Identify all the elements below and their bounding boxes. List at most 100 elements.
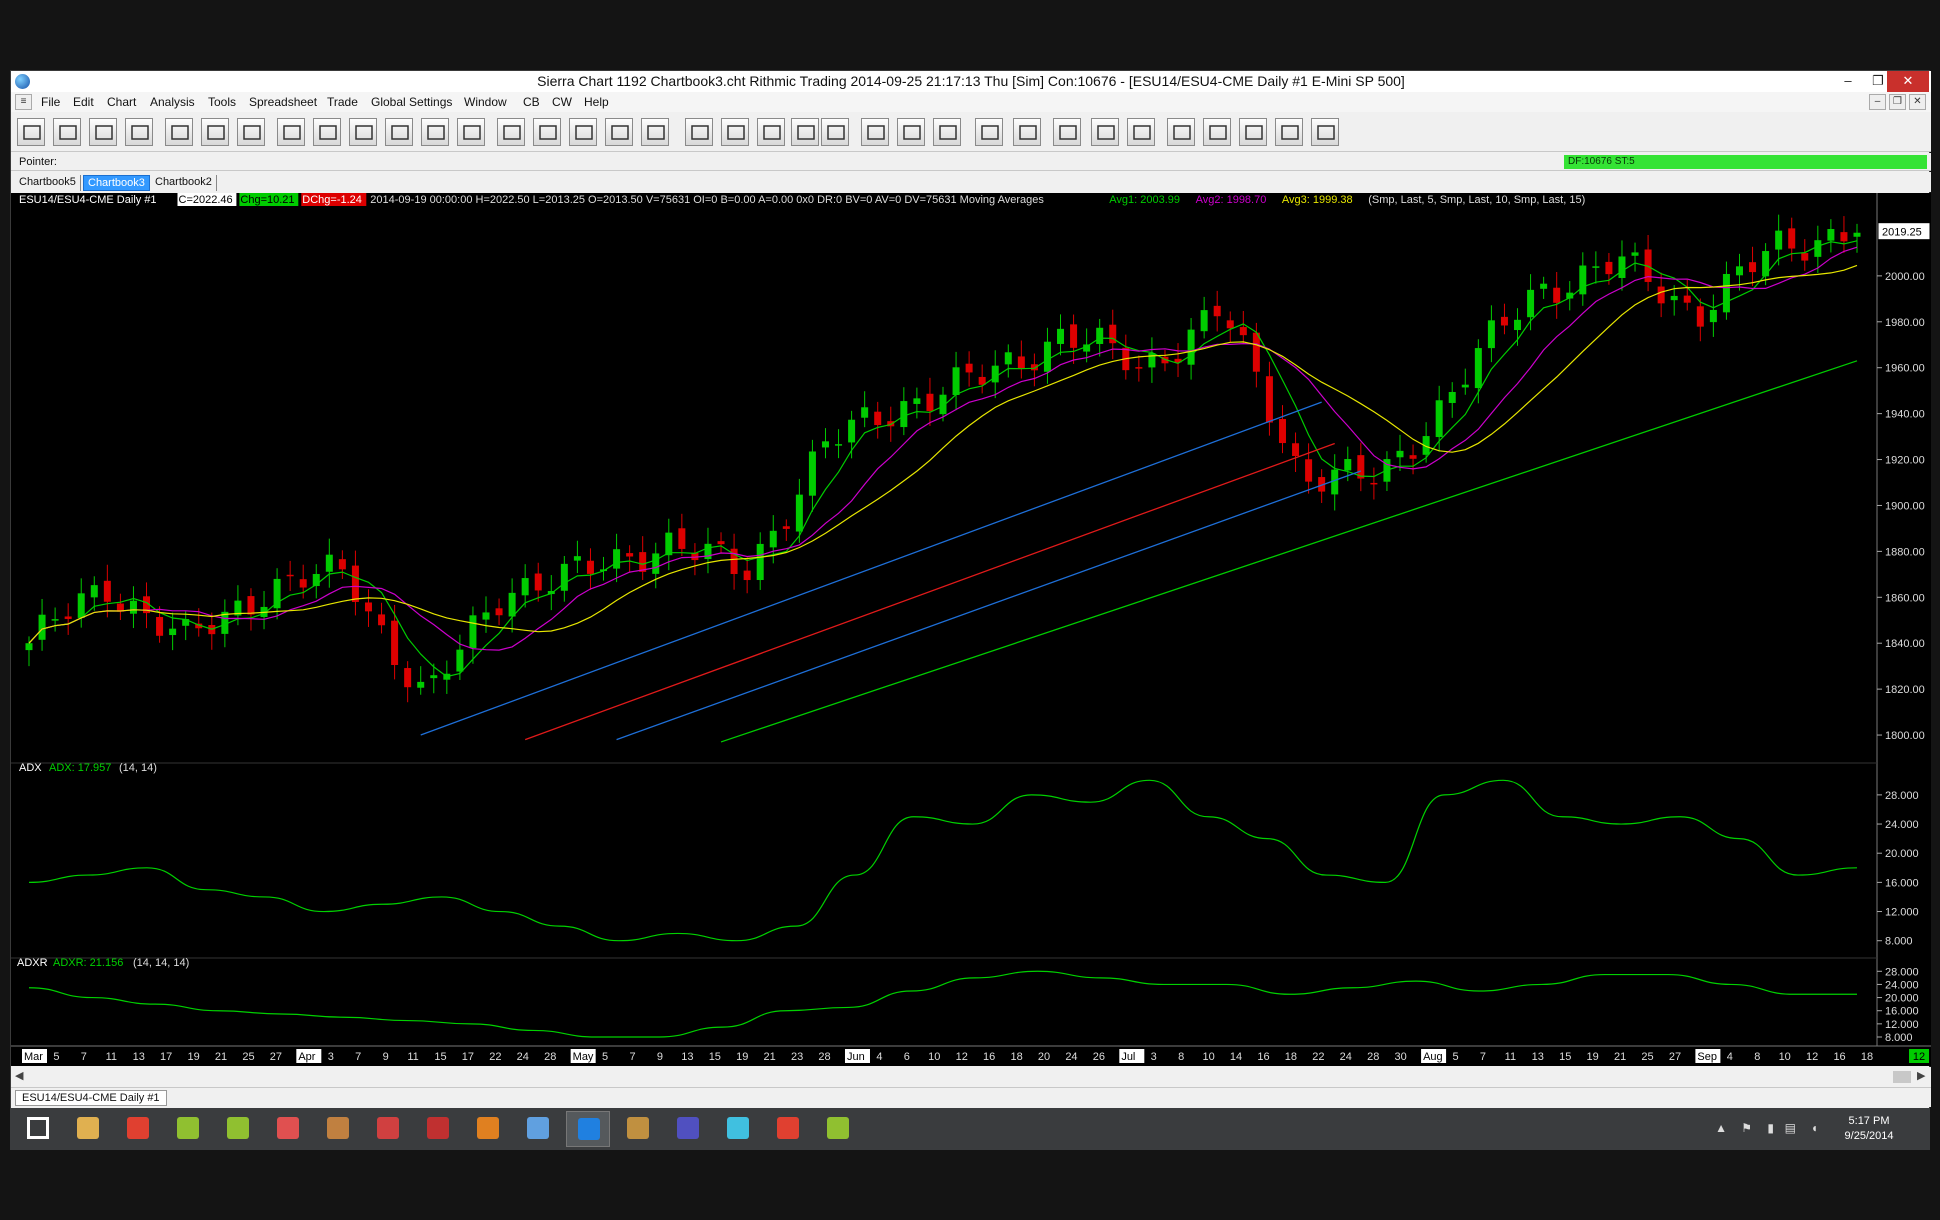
t30m-icon[interactable] [1203,118,1231,146]
tab-chartbook3[interactable]: Chartbook3 [83,175,150,191]
chart-tab-esu14[interactable]: ESU14/ESU4-CME Daily #1 [15,1090,167,1106]
tab-chartbook5[interactable]: Chartbook5 [15,175,81,191]
app-icon[interactable] [766,1111,810,1147]
close-button[interactable]: ✕ [1887,71,1929,92]
trend-line-upper-blue[interactable] [420,401,1322,736]
zoom-icon[interactable] [17,118,45,146]
minimize-button[interactable]: – [1831,71,1865,92]
mdi-system-icon[interactable]: ≡ [15,94,32,110]
scroll-right-icon[interactable]: ▶ [1917,1069,1925,1082]
bars-icon[interactable] [165,118,193,146]
t10m-icon[interactable] [1167,118,1195,146]
menu-window[interactable]: Window [464,95,507,109]
horizontal-scrollbar[interactable]: ◀ ▶ [11,1067,1931,1087]
t5m-icon[interactable] [1127,118,1155,146]
file-explorer-icon[interactable] [66,1111,110,1147]
ray-icon[interactable] [641,118,669,146]
study2-icon[interactable] [313,118,341,146]
crosshair-icon[interactable] [533,118,561,146]
fill-icon[interactable] [721,118,749,146]
menu-tools[interactable]: Tools [208,95,236,109]
scroll-icon[interactable] [237,118,265,146]
gray-icon[interactable] [201,118,229,146]
candle-up [1631,252,1639,256]
app-icon[interactable] [516,1111,560,1147]
chart-area[interactable]: 2000.00 1980.00 1960.00 1940.00 1920.00 1900.… [11,193,1931,1066]
mdi-minimize-button[interactable]: – [1869,94,1886,110]
menu-help[interactable]: Help [584,95,609,109]
sierra-chart-icon[interactable] [566,1111,610,1147]
study3-icon[interactable] [349,118,377,146]
draw-icon[interactable] [89,118,117,146]
ccv-icon[interactable] [897,118,925,146]
app-icon[interactable] [416,1111,460,1147]
app-icon[interactable] [216,1111,260,1147]
mdi-close-button[interactable]: ✕ [1909,94,1926,110]
menu-cb[interactable]: CB [523,95,540,109]
date-label: 25 [1641,1051,1653,1063]
month-label: May [573,1051,594,1063]
volume-icon[interactable]: ◖ [1811,1121,1818,1135]
week-icon[interactable] [1053,118,1081,146]
fill2-icon[interactable] [757,118,785,146]
clock-date[interactable]: 9/25/2014 [1834,1130,1904,1142]
network-icon[interactable]: ▤ [1785,1121,1796,1135]
calc-icon[interactable] [1311,118,1339,146]
app-icon[interactable] [466,1111,510,1147]
app-icon[interactable] [366,1111,410,1147]
menu-global-settings[interactable]: Global Settings [371,95,452,109]
start-icon[interactable] [16,1111,60,1147]
notebook-icon[interactable] [316,1111,360,1147]
study-icon[interactable] [277,118,305,146]
app-icon[interactable] [716,1111,760,1147]
month-label: Mar [24,1051,43,1063]
close-chart-icon[interactable] [125,118,153,146]
line-icon[interactable] [605,118,633,146]
power-icon[interactable]: ▮ [1767,1121,1774,1135]
chrome-icon[interactable] [116,1111,160,1147]
app-icon[interactable] [616,1111,660,1147]
edit-icon[interactable] [53,118,81,146]
clock-time[interactable]: 5:17 PM [1834,1115,1904,1127]
refresh-icon[interactable] [791,118,819,146]
lod-icon[interactable] [933,118,961,146]
candle-down [1605,261,1613,275]
settings-icon[interactable] [421,118,449,146]
trend-line-lower-blue[interactable] [616,470,1362,741]
trend-line-red[interactable] [524,442,1335,741]
trend-line-green[interactable] [720,360,1858,743]
tab-chartbook2[interactable]: Chartbook2 [151,175,217,191]
menu-analysis[interactable]: Analysis [150,95,195,109]
app-icon[interactable] [666,1111,710,1147]
menu-edit[interactable]: Edit [73,95,94,109]
scroll-left-icon[interactable]: ◀ [15,1069,23,1082]
tv-icon[interactable] [861,118,889,146]
pointer-icon[interactable] [497,118,525,146]
show-hidden-icons-icon[interactable]: ▲ [1715,1121,1727,1135]
flag-icon[interactable]: ⚑ [1741,1121,1752,1135]
menu-file[interactable]: File [41,95,60,109]
t1m-icon[interactable] [1091,118,1119,146]
price-chart[interactable]: 2000.00 1980.00 1960.00 1940.00 1920.00 1900.… [11,193,1931,1066]
menu-spreadsheet[interactable]: Spreadsheet [249,95,317,109]
app-icon[interactable] [816,1111,860,1147]
pointer-label: Pointer: [19,156,57,168]
ruler-icon[interactable] [685,118,713,146]
paint-icon[interactable] [266,1111,310,1147]
app-icon[interactable] [166,1111,210,1147]
study4-icon[interactable] [385,118,413,146]
sw-icon[interactable] [457,118,485,146]
t4h-icon[interactable] [1275,118,1303,146]
menu-chart[interactable]: Chart [107,95,136,109]
mdi-restore-button[interactable]: ❐ [1889,94,1906,110]
t1h-icon[interactable] [1239,118,1267,146]
candle-up [861,407,869,418]
tof-icon[interactable] [975,118,1003,146]
menu-cw[interactable]: CW [552,95,572,109]
menu-trade[interactable]: Trade [327,95,358,109]
scroll-thumb[interactable] [1893,1071,1911,1083]
cv-icon[interactable] [821,118,849,146]
cursor-icon[interactable] [569,118,597,146]
title-bar[interactable]: Sierra Chart 1192 Chartbook3.cht Rithmic… [11,71,1931,92]
day-icon[interactable] [1013,118,1041,146]
